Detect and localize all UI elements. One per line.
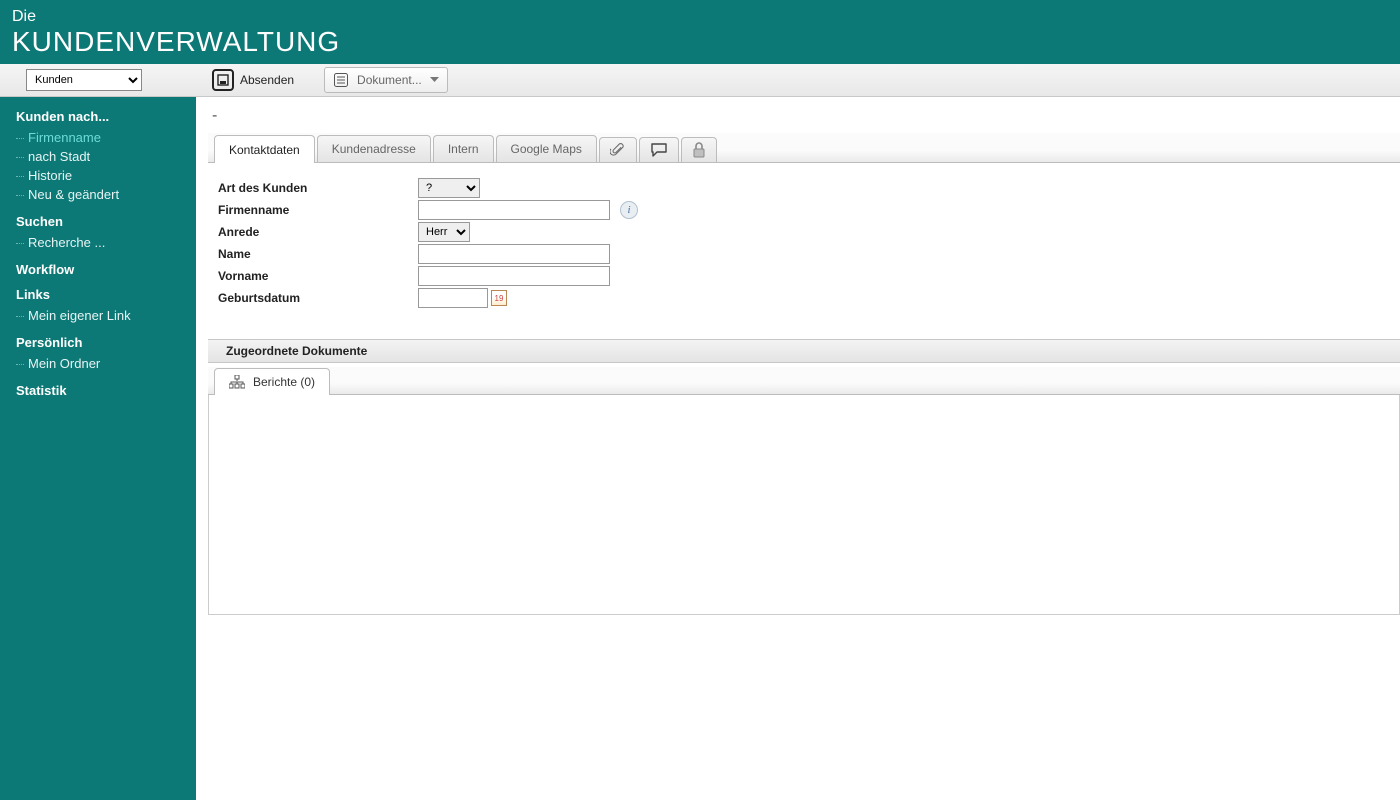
sidebar-group-statistik[interactable]: Statistik [16,383,186,398]
send-button-label: Absenden [240,73,294,87]
customer-type-select[interactable]: ? [418,178,480,198]
tab-attachments[interactable] [599,137,637,162]
tab-kontaktdaten[interactable]: Kontaktdaten [214,135,315,163]
save-icon [212,69,234,91]
sidebar-group-kunden[interactable]: Kunden nach... [16,109,186,124]
label-name: Name [218,247,418,261]
label-customer-type: Art des Kunden [218,181,418,195]
tab-security[interactable] [681,137,717,162]
toolbar: Kunden Absenden Dokument... [0,64,1400,97]
paperclip-icon [610,142,626,158]
documents-panel [208,395,1400,615]
send-button[interactable]: Absenden [212,69,294,91]
label-company: Firmenname [218,203,418,217]
chevron-down-icon [430,77,439,83]
name-input[interactable] [418,244,610,264]
tabstrip: Kontaktdaten Kundenadresse Intern Google… [208,133,1400,163]
form-area: Art des Kunden ? Firmenname i Anrede Her… [208,163,1400,339]
tab-comments[interactable] [639,137,679,162]
speech-bubble-icon [650,142,668,158]
header-subtitle: Die [12,8,1388,26]
main-area: - Kontaktdaten Kundenadresse Intern Goog… [196,97,1400,800]
documents-section-header: Zugeordnete Dokumente [208,339,1400,363]
salutation-select[interactable]: Herr [418,222,470,242]
sidebar-item-neu-geaendert[interactable]: Neu & geändert [16,185,186,204]
sidebar-group-workflow[interactable]: Workflow [16,262,186,277]
dob-input[interactable] [418,288,488,308]
info-icon[interactable]: i [620,201,638,219]
firstname-input[interactable] [418,266,610,286]
org-chart-icon [229,375,245,389]
label-salutation: Anrede [218,225,418,239]
sidebar-group-links[interactable]: Links [16,287,186,302]
label-dob: Geburtsdatum [218,291,418,305]
sidebar-item-firmenname[interactable]: Firmenname [16,128,186,147]
context-select[interactable]: Kunden [26,69,142,91]
subtab-berichte[interactable]: Berichte (0) [214,368,330,395]
sidebar-item-historie[interactable]: Historie [16,166,186,185]
calendar-icon[interactable]: 19 [491,290,507,306]
document-dropdown-label: Dokument... [357,73,422,87]
lock-icon [692,142,706,158]
sidebar-item-nach-stadt[interactable]: nach Stadt [16,147,186,166]
sidebar-item-eigener-link[interactable]: Mein eigener Link [16,306,186,325]
tab-kundenadresse[interactable]: Kundenadresse [317,135,431,162]
sidebar-group-suchen[interactable]: Suchen [16,214,186,229]
sidebar: Kunden nach... Firmenname nach Stadt His… [0,97,196,800]
label-firstname: Vorname [218,269,418,283]
sidebar-group-persoenlich[interactable]: Persönlich [16,335,186,350]
sidebar-item-mein-ordner[interactable]: Mein Ordner [16,354,186,373]
tab-google-maps[interactable]: Google Maps [496,135,597,162]
company-input[interactable] [418,200,610,220]
sidebar-item-recherche[interactable]: Recherche ... [16,233,186,252]
subtab-berichte-label: Berichte (0) [253,375,315,389]
document-dropdown[interactable]: Dokument... [324,67,448,93]
tab-intern[interactable]: Intern [433,135,494,162]
breadcrumb: - [208,107,1400,133]
subtabs: Berichte (0) [208,367,1400,395]
document-list-icon [333,72,349,88]
header-title: KUNDENVERWALTUNG [12,26,1388,58]
app-header: Die KUNDENVERWALTUNG [0,0,1400,64]
